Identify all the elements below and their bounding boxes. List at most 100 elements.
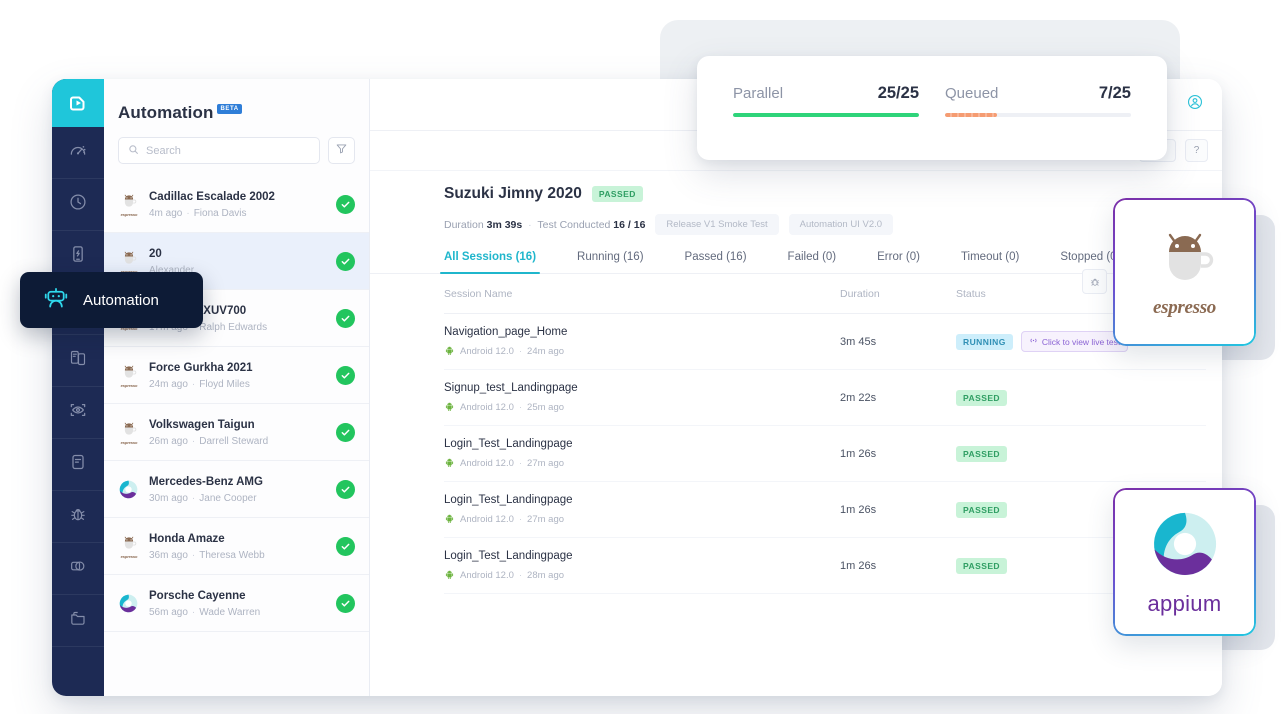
metric-parallel: Parallel25/25: [733, 84, 919, 117]
table-row[interactable]: Signup_test_Landingpage Android 12.0·25m …: [444, 370, 1206, 426]
tag-chip-1[interactable]: Automation UI V2.0: [789, 214, 893, 235]
list-item-meta: 56m ago·Wade Warren: [149, 607, 327, 618]
sub-separator: ·: [519, 514, 522, 525]
session-subtext: Android 12.0·27m ago: [444, 457, 840, 471]
list-item-name: Force Gurkha 2021: [149, 361, 327, 375]
metric-progress-track: [733, 113, 919, 117]
tab-1[interactable]: Running (16): [577, 251, 643, 273]
cell-status: PASSED: [956, 446, 1206, 462]
robot-icon: [42, 284, 70, 317]
sidebar-header: Automation BETA: [104, 79, 369, 123]
app-window: Automation BETA: [52, 79, 1222, 696]
tag-chip-0[interactable]: Release V1 Smoke Test: [655, 214, 778, 235]
column-header-session-name: Session Name: [444, 288, 840, 300]
android-icon: [444, 569, 455, 583]
list-item[interactable]: espressoForce Gurkha 202124m ago·Floyd M…: [104, 347, 369, 404]
table-row[interactable]: Login_Test_LandingpageAndroid 12.0·27m a…: [444, 482, 1206, 538]
list-item-separator: ·: [192, 379, 195, 390]
list-item-text: Mercedes-Benz AMG30m ago·Jane Cooper: [149, 475, 327, 504]
session-name-text: Login_Test_Landingpage: [444, 549, 840, 564]
search-input-wrapper[interactable]: [118, 137, 320, 164]
status-check-icon: [336, 537, 355, 556]
list-item[interactable]: Porsche Cayenne56m ago·Wade Warren: [104, 575, 369, 632]
list-item-user: Fiona Davis: [194, 208, 247, 219]
android-icon: [444, 457, 455, 471]
table-row[interactable]: Navigation_page_HomeAndroid 12.0·24m ago…: [444, 314, 1206, 370]
view-live-test-label: Click to view live test: [1042, 337, 1120, 347]
session-subtext: Android 12.0·25m ago: [444, 401, 840, 415]
lambdatest-logo-icon[interactable]: [52, 79, 104, 127]
sidebar-item-history[interactable]: [52, 179, 104, 231]
list-item[interactable]: espressoHonda Amaze36m ago·Theresa Webb: [104, 518, 369, 575]
list-item-user: Floyd Miles: [199, 379, 250, 390]
tab-4[interactable]: Error (0): [877, 251, 920, 273]
sidebar-item-projects[interactable]: [52, 595, 104, 647]
espresso-card-inner: espresso: [1115, 200, 1254, 344]
list-item-text: Honda Amaze36m ago·Theresa Webb: [149, 532, 327, 561]
session-list: espresso Cadillac Escalade 20024m ago·Fio…: [104, 176, 369, 632]
mobile-device-icon: [68, 244, 88, 269]
status-wrapper: PASSED: [956, 390, 1206, 406]
list-item-name: Volkswagen Taigun: [149, 418, 327, 432]
row-time: 27m ago: [527, 514, 564, 525]
help-button[interactable]: ?: [1185, 139, 1208, 162]
cell-duration: 3m 45s: [840, 336, 956, 348]
session-name-text: Signup_test_Landingpage: [444, 381, 840, 396]
tab-5[interactable]: Timeout (0): [961, 251, 1019, 273]
sub-separator: ·: [519, 402, 522, 413]
search-input[interactable]: [146, 145, 310, 157]
cell-session-name: Navigation_page_HomeAndroid 12.0·24m ago: [444, 325, 840, 359]
sidebar-item-visual-regression[interactable]: [52, 387, 104, 439]
status-check-icon: [336, 366, 355, 385]
row-status-badge: PASSED: [956, 446, 1007, 462]
table-row[interactable]: Login_Test_LandingpageAndroid 12.0·27m a…: [444, 426, 1206, 482]
sidebar-item-dashboard[interactable]: [52, 127, 104, 179]
list-item[interactable]: espressoVolkswagen Taigun26m ago·Darrell…: [104, 404, 369, 461]
report-bug-button[interactable]: [1082, 269, 1107, 294]
list-item-separator: ·: [192, 607, 195, 618]
metric-progress-fill: [733, 113, 919, 117]
sidebar-item-app-automation[interactable]: [52, 335, 104, 387]
cell-session-name: Login_Test_Landingpage Android 12.0·28m a…: [444, 549, 840, 583]
list-item[interactable]: espresso Cadillac Escalade 20024m ago·Fio…: [104, 176, 369, 233]
android-icon: [444, 513, 455, 527]
list-item-separator: ·: [192, 493, 195, 504]
espresso-framework-icon: espresso: [118, 248, 140, 274]
cell-session-name: Login_Test_LandingpageAndroid 12.0·27m a…: [444, 493, 840, 527]
list-item-name: 20: [149, 247, 327, 261]
status-check-icon: [336, 423, 355, 442]
cell-duration: 2m 22s: [840, 392, 956, 404]
table-row[interactable]: Login_Test_Landingpage Android 12.0·28m a…: [444, 538, 1206, 594]
espresso-framework-icon: espresso: [118, 191, 140, 217]
tab-2[interactable]: Passed (16): [685, 251, 747, 273]
list-item[interactable]: Mercedes-Benz AMG30m ago·Jane Cooper: [104, 461, 369, 518]
session-subtext: Android 12.0·28m ago: [444, 569, 840, 583]
tab-3[interactable]: Failed (0): [788, 251, 837, 273]
appium-framework-card[interactable]: appium: [1113, 488, 1256, 636]
metric-label: Parallel: [733, 85, 783, 102]
tab-0[interactable]: All Sessions (16): [444, 251, 536, 273]
sidebar-item-issue-tracker[interactable]: [52, 491, 104, 543]
sidebar-item-smart-ui[interactable]: [52, 543, 104, 595]
status-check-icon: [336, 252, 355, 271]
cell-duration: 1m 26s: [840, 448, 956, 460]
list-item-user: Theresa Webb: [199, 550, 264, 561]
user-menu-button[interactable]: [1184, 94, 1206, 116]
metric-queued: Queued7/25: [945, 84, 1131, 117]
list-item-text: Cadillac Escalade 20024m ago·Fiona Davis: [149, 190, 327, 219]
status-check-icon: [336, 480, 355, 499]
row-status-badge: PASSED: [956, 390, 1007, 406]
sidebar-item-test-logs[interactable]: [52, 439, 104, 491]
list-item-time: 56m ago: [149, 607, 188, 618]
status-check-icon: [336, 594, 355, 613]
metric-row: Parallel25/25: [733, 84, 919, 103]
session-name-text: Navigation_page_Home: [444, 325, 840, 340]
eye-scan-icon: [68, 400, 88, 425]
screenshot-root: Automation BETA: [0, 0, 1283, 714]
espresso-framework-card[interactable]: espresso: [1113, 198, 1256, 346]
duration-label: Duration: [444, 219, 484, 231]
table-body: Navigation_page_HomeAndroid 12.0·24m ago…: [444, 314, 1206, 594]
filter-button[interactable]: [328, 137, 355, 164]
list-item-meta: 36m ago·Theresa Webb: [149, 550, 327, 561]
folder-icon: [68, 608, 88, 633]
